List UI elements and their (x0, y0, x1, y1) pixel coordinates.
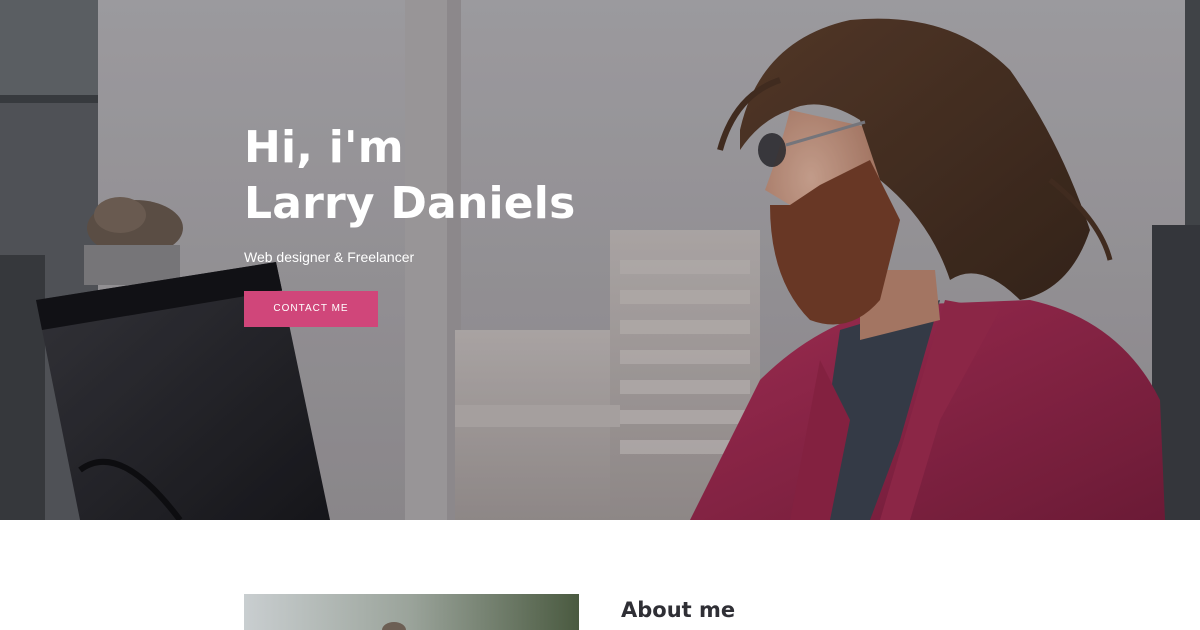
hero-title: Hi, i'm Larry Daniels (244, 120, 575, 232)
hero-greeting: Hi, i'm (244, 122, 404, 173)
contact-me-button[interactable]: CONTACT ME (244, 291, 378, 327)
about-heading: About me (621, 598, 736, 622)
hero-section: Hi, i'm Larry Daniels Web designer & Fre… (0, 0, 1200, 520)
hero-name: Larry Daniels (244, 178, 576, 229)
about-photo (244, 594, 579, 630)
hero-subtitle: Web designer & Freelancer (244, 249, 415, 265)
hero-overlay (0, 0, 1200, 520)
about-section: About me (0, 520, 1200, 630)
